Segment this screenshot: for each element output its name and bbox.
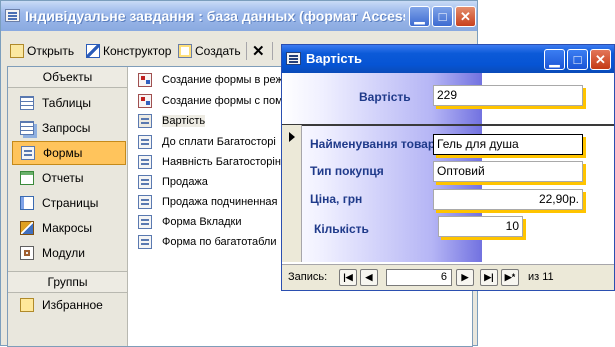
list-item[interactable]: Продажа подчиненная xyxy=(138,192,278,212)
db-maximize-button[interactable]: □ xyxy=(432,6,453,27)
price-label: Ціна, грн xyxy=(310,192,363,206)
favorites-icon xyxy=(20,298,34,312)
wizard-icon xyxy=(138,73,152,87)
create-button[interactable]: Создать xyxy=(178,43,241,59)
macro-icon xyxy=(20,221,34,235)
object-forms[interactable]: Формы xyxy=(12,141,126,165)
objects-header: Объекты xyxy=(8,67,127,88)
object-pages[interactable]: Страницы xyxy=(12,191,126,215)
object-modules[interactable]: Модули xyxy=(12,241,126,265)
design-label: Конструктор xyxy=(103,44,172,58)
list-item[interactable]: Создание формы с помо xyxy=(138,91,289,111)
object-macros[interactable]: Макросы xyxy=(12,216,126,240)
list-item[interactable]: Наявність Багатосторін xyxy=(138,152,281,172)
table-icon xyxy=(20,96,34,110)
form-icon xyxy=(21,146,35,160)
last-record-button[interactable]: ▶| xyxy=(480,269,498,286)
record-label: Запись: xyxy=(288,271,328,283)
create-icon xyxy=(178,44,192,58)
current-record-arrow-icon xyxy=(289,132,295,142)
open-label: Открыть xyxy=(27,44,75,58)
name-field[interactable]: Гель для душа xyxy=(433,134,583,155)
form-minimize-button[interactable]: ▁ xyxy=(544,49,565,70)
list-item[interactable]: Вартість xyxy=(138,111,206,131)
open-button[interactable]: Открыть xyxy=(10,43,74,59)
report-icon xyxy=(20,171,34,185)
form-icon xyxy=(138,235,152,249)
object-queries[interactable]: Запросы xyxy=(12,116,126,140)
next-record-button[interactable]: ▶ xyxy=(456,269,474,286)
wizard-icon xyxy=(138,94,152,108)
form-icon xyxy=(138,175,152,189)
delete-button[interactable]: ✕ xyxy=(252,43,265,60)
object-reports[interactable]: Отчеты xyxy=(12,166,126,190)
db-minimize-button[interactable]: ▁ xyxy=(409,6,430,27)
object-label: Формы xyxy=(43,146,83,160)
form-icon xyxy=(138,155,152,169)
form-body: Вартість 229 Найменування товар Гель для… xyxy=(282,73,614,262)
form-icon xyxy=(138,135,152,149)
toolbar-separator xyxy=(272,42,273,60)
quantity-label: Кількість xyxy=(314,222,369,236)
form-icon xyxy=(138,114,152,128)
object-label: Макросы xyxy=(42,221,93,235)
current-record-input[interactable]: 6 xyxy=(386,269,452,286)
name-label: Найменування товар xyxy=(310,137,436,151)
object-label: Отчеты xyxy=(42,171,84,185)
form-icon xyxy=(138,195,152,209)
record-selector[interactable] xyxy=(282,125,302,262)
previous-record-button[interactable]: ◀ xyxy=(360,269,378,286)
group-favorites[interactable]: Избранное xyxy=(12,293,126,317)
design-icon xyxy=(86,44,100,58)
create-label: Создать xyxy=(195,44,241,58)
db-close-button[interactable]: ✕ xyxy=(455,6,476,27)
toolbar-separator xyxy=(246,42,247,60)
price-field[interactable]: 22,90р. xyxy=(433,189,583,210)
form-header-section: Вартість 229 xyxy=(282,73,614,121)
list-item[interactable]: Форма по багатотабли xyxy=(138,232,276,252)
form-icon xyxy=(138,215,152,229)
object-label: Запросы xyxy=(42,121,91,135)
section-divider xyxy=(282,124,614,126)
object-label: Таблицы xyxy=(42,96,92,110)
object-tables[interactable]: Таблицы xyxy=(12,91,126,115)
form-close-button[interactable]: ✕ xyxy=(590,49,611,70)
groups-header: Группы xyxy=(8,271,127,293)
form-window: Вартість ▁ □ ✕ Вартість 229 Найменування… xyxy=(281,44,615,291)
list-item[interactable]: Продажа xyxy=(138,172,208,192)
first-record-button[interactable]: |◀ xyxy=(339,269,357,286)
header-label: Вартість xyxy=(359,90,411,104)
page-icon xyxy=(20,196,34,210)
object-label: Модули xyxy=(42,246,85,260)
header-value-field[interactable]: 229 xyxy=(433,85,583,106)
open-icon xyxy=(10,44,24,58)
record-count: из 11 xyxy=(528,271,554,283)
query-icon xyxy=(20,121,34,135)
quantity-field[interactable]: 10 xyxy=(438,216,523,237)
new-record-button[interactable]: ▶* xyxy=(501,269,519,286)
database-window-icon xyxy=(5,9,20,22)
list-item[interactable]: До сплати Багатосторі xyxy=(138,132,276,152)
form-titlebar[interactable]: Вартість ▁ □ ✕ xyxy=(282,45,614,73)
group-label: Избранное xyxy=(42,298,103,312)
record-navigation-bar: Запись: |◀ ◀ 6 ▶ ▶| ▶* из 11 xyxy=(282,264,614,290)
form-window-icon xyxy=(286,52,301,65)
objects-bar: Объекты Таблицы Запросы Формы Отчеты Стр… xyxy=(8,67,128,346)
database-titlebar[interactable]: Індивідуальне завдання : база данных (фо… xyxy=(1,1,477,31)
design-button[interactable]: Конструктор xyxy=(86,43,171,59)
buyer-type-label: Тип покупця xyxy=(310,164,384,178)
object-label: Страницы xyxy=(42,196,99,210)
form-title: Вартість xyxy=(306,51,362,66)
list-item[interactable]: Форма Вкладки xyxy=(138,212,242,232)
module-icon xyxy=(20,246,34,260)
buyer-type-field[interactable]: Оптовий xyxy=(433,161,583,182)
database-title: Індивідуальне завдання : база данных (фо… xyxy=(25,8,405,24)
list-item[interactable]: Создание формы в реж xyxy=(138,70,283,90)
form-maximize-button[interactable]: □ xyxy=(567,49,588,70)
